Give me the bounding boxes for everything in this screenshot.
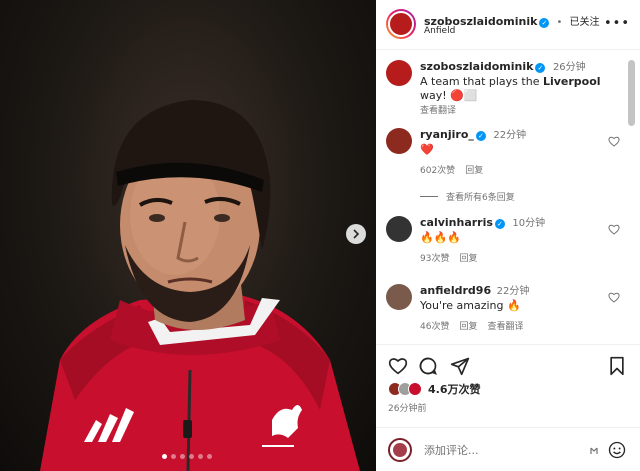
view-replies-link[interactable]: 查看所有6条回复 [420,190,515,203]
chevron-right-icon [353,229,360,239]
carousel-dot[interactable] [198,454,203,459]
comment-text: You're amazing 🔥 [420,299,521,312]
share-icon[interactable] [450,356,470,376]
verified-icon: ✓ [494,219,505,229]
carousel-dot[interactable] [180,454,185,459]
carousel-dot[interactable] [171,454,176,459]
caption-time: 26分钟 [552,62,586,73]
author-avatar-small[interactable] [386,60,412,86]
comment-input[interactable] [424,441,584,459]
comment-reply-button[interactable]: 回复 [459,251,477,264]
more-options-icon[interactable]: ••• [604,16,630,31]
comment-likes[interactable]: 46次赞 [420,319,449,332]
comments-scrollbar[interactable] [628,60,635,126]
comments-list: szoboszlaidominik ✓ 26分钟 A team that play… [376,52,632,344]
carousel-dots [162,454,212,459]
comment-reply-button[interactable]: 回复 [465,163,483,176]
replies-divider [420,196,438,197]
commenter-avatar[interactable] [386,128,412,154]
comment-icon[interactable] [418,356,438,376]
caption-username[interactable]: szoboszlaidominik [420,60,533,73]
comment-username[interactable]: anfieldrd96 [420,284,491,297]
commenter-avatar[interactable] [386,284,412,310]
comment-likes[interactable]: 93次赞 [420,251,449,264]
liker-avatar [408,382,422,396]
post-location[interactable]: Anfield [424,26,455,36]
comment-username[interactable]: calvinharris [420,216,493,229]
comment-reply-button[interactable]: 回复 [459,319,477,332]
view-replies-label[interactable]: 查看所有6条回复 [446,190,515,203]
post-header: szoboszlaidominik ✓ • 已关注 Anfield ••• [376,0,640,50]
verified-icon: ✓ [539,18,550,28]
comment-item: anfieldrd96 22分钟 You're amazing 🔥 46次赞 回… [386,284,626,336]
viewer-avatar[interactable] [388,438,412,462]
like-comment-heart-icon[interactable] [608,136,620,147]
comment-translate-link[interactable]: 查看翻译 [487,319,523,332]
comment-text: ❤️ [420,143,434,156]
comment-item: ryanjiro_ ✓ 22分钟 ❤️ 602次赞 回复 [386,128,626,180]
verified-icon: ✓ [475,131,486,141]
carousel-next-button[interactable] [346,224,366,244]
post-side-panel: szoboszlaidominik ✓ • 已关注 Anfield ••• szo… [376,0,640,471]
likes-count[interactable]: 4.6万次赞 [428,381,481,397]
comment-time: 10分钟 [512,218,546,229]
comment-likes[interactable]: 602次赞 [420,163,455,176]
comment-item: calvinharris ✓ 10分钟 🔥🔥🔥 93次赞 回复 [386,216,626,268]
author-avatar[interactable] [386,9,416,39]
caption-text: A team that plays the [420,75,543,88]
like-comment-heart-icon[interactable] [608,224,620,235]
post-actions: 4.6万次赞 26分钟前 [376,344,640,471]
comment-time: 22分钟 [493,130,527,141]
comment-text: 🔥🔥🔥 [420,231,462,244]
player-photo [40,100,360,471]
post-timestamp: 26分钟前 [388,404,427,414]
caption-text-end: way! 🔴⬜ [420,89,478,102]
viewer-avatar-emblem [393,443,407,457]
caption: szoboszlaidominik ✓ 26分钟 A team that play… [386,60,626,116]
follow-status-button[interactable]: 已关注 [570,17,600,28]
instagram-post-dialog: szoboszlaidominik ✓ • 已关注 Anfield ••• szo… [0,0,640,471]
caption-bold: Liverpool [542,75,601,88]
like-comment-heart-icon[interactable] [608,292,620,303]
verified-icon: ✓ [535,63,546,73]
emoji-icon[interactable] [608,441,626,459]
likes-summary[interactable]: 4.6万次赞 [388,381,481,397]
carousel-dot[interactable] [207,454,212,459]
post-photo[interactable] [0,0,376,471]
carousel-dot[interactable] [162,454,167,459]
comment-time: 22分钟 [496,286,530,297]
gif-sticker-icon[interactable] [588,445,600,457]
like-heart-icon[interactable] [388,357,408,375]
carousel-dot[interactable] [189,454,194,459]
caption-translate-link[interactable]: 查看翻译 [420,103,610,116]
comment-username[interactable]: ryanjiro_ [420,128,474,141]
commenter-avatar[interactable] [386,216,412,242]
bookmark-icon[interactable] [608,356,626,376]
add-comment-bar [376,427,640,471]
separator-dot: • [556,17,563,28]
